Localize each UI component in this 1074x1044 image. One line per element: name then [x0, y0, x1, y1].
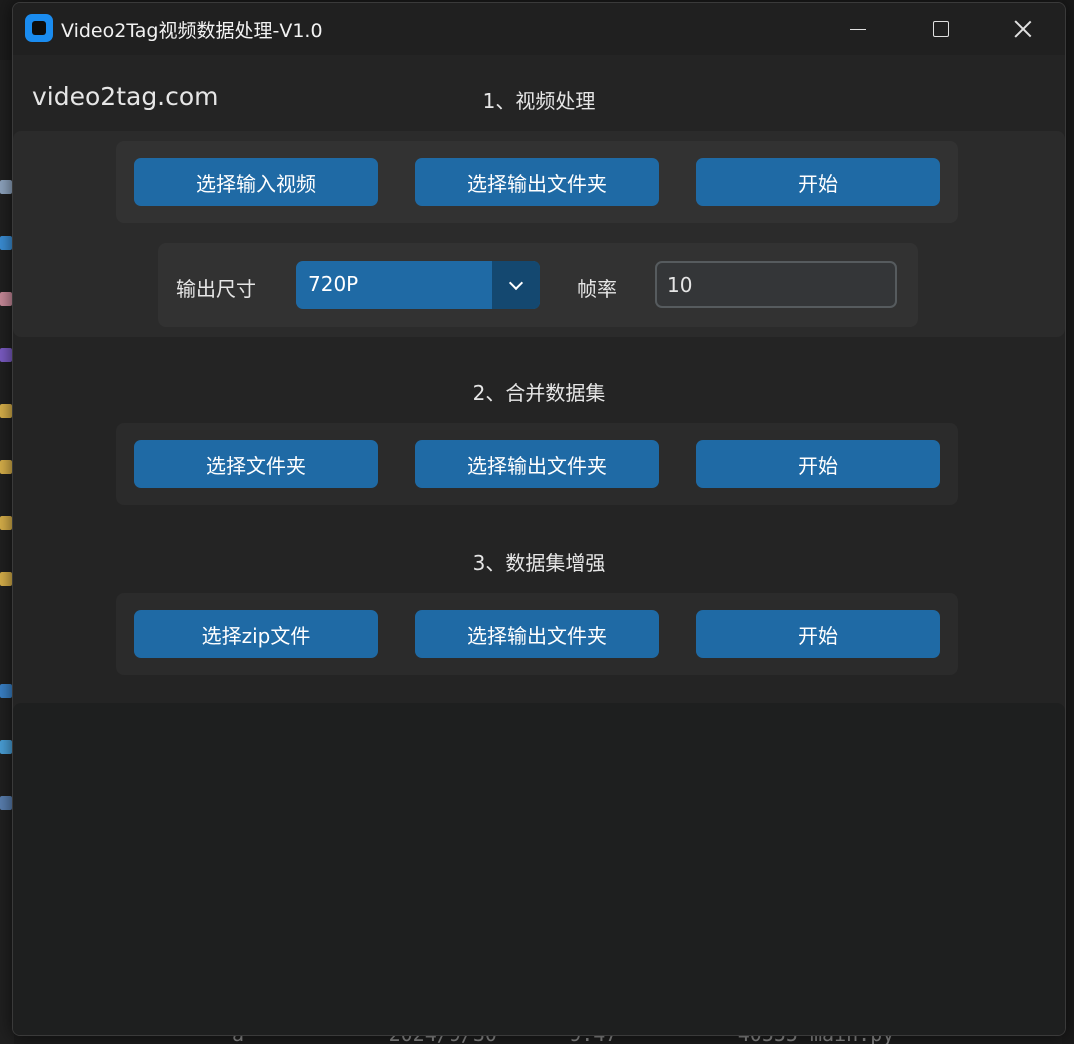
- minimize-icon: [850, 28, 866, 30]
- background-cloud-icon: [0, 684, 12, 698]
- close-icon: [1014, 20, 1032, 38]
- app-window: Video2Tag视频数据处理-V1.0 video2tag.com 1、视频处…: [12, 2, 1066, 1036]
- select-folder-button[interactable]: 选择文件夹: [134, 440, 378, 488]
- minimize-button[interactable]: [823, 3, 893, 55]
- empty-log-area: [13, 703, 1065, 1035]
- background-item-icon: [0, 348, 12, 362]
- output-size-label: 输出尺寸: [176, 277, 256, 301]
- maximize-button[interactable]: [906, 3, 976, 55]
- window-title: Video2Tag视频数据处理-V1.0: [61, 20, 323, 42]
- select-output-folder-button[interactable]: 选择输出文件夹: [415, 440, 659, 488]
- frame-rate-label: 帧率: [577, 277, 617, 301]
- dataset-augmentation-button-row: 选择zip文件 选择输出文件夹 开始: [116, 593, 958, 675]
- start-video-processing-button[interactable]: 开始: [696, 158, 940, 206]
- dropdown-arrow-button[interactable]: [492, 261, 540, 309]
- background-item-icon: [0, 236, 12, 250]
- video-settings-row: 输出尺寸 720P 帧率: [158, 243, 918, 327]
- background-monitor-icon: [0, 740, 12, 754]
- select-output-folder-button[interactable]: 选择输出文件夹: [415, 158, 659, 206]
- start-merge-button[interactable]: 开始: [696, 440, 940, 488]
- select-zip-file-button[interactable]: 选择zip文件: [134, 610, 378, 658]
- background-folder-icon: [0, 460, 12, 474]
- maximize-icon: [933, 21, 949, 37]
- select-output-folder-button[interactable]: 选择输出文件夹: [415, 610, 659, 658]
- background-item-icon: [0, 292, 12, 306]
- section-title-merge-dataset: 2、合并数据集: [472, 381, 606, 405]
- background-folder-icon: [0, 404, 12, 418]
- app-logo-icon: [25, 14, 53, 42]
- select-input-video-button[interactable]: 选择输入视频: [134, 158, 378, 206]
- title-bar[interactable]: Video2Tag视频数据处理-V1.0: [13, 3, 1065, 55]
- main-content: video2tag.com 1、视频处理 选择输入视频 选择输出文件夹 开始 输…: [13, 55, 1065, 1035]
- video-processing-panel: 选择输入视频 选择输出文件夹 开始 输出尺寸 720P 帧率: [13, 131, 1065, 337]
- background-folder-icon: [0, 516, 12, 530]
- chevron-down-icon: [508, 275, 524, 290]
- merge-dataset-button-row: 选择文件夹 选择输出文件夹 开始: [116, 423, 958, 505]
- start-augmentation-button[interactable]: 开始: [696, 610, 940, 658]
- background-folder-icon: [0, 572, 12, 586]
- section-title-dataset-augmentation: 3、数据集增强: [472, 551, 606, 575]
- output-size-dropdown[interactable]: 720P: [296, 261, 540, 309]
- background-item-icon: [0, 180, 12, 194]
- frame-rate-input-box[interactable]: [655, 261, 897, 308]
- frame-rate-input[interactable]: [657, 263, 895, 306]
- section-title-video-processing: 1、视频处理: [482, 89, 596, 113]
- background-item-icon: [0, 796, 12, 810]
- video-processing-button-row: 选择输入视频 选择输出文件夹 开始: [116, 141, 958, 223]
- close-button[interactable]: [988, 3, 1058, 55]
- output-size-value: 720P: [308, 272, 359, 296]
